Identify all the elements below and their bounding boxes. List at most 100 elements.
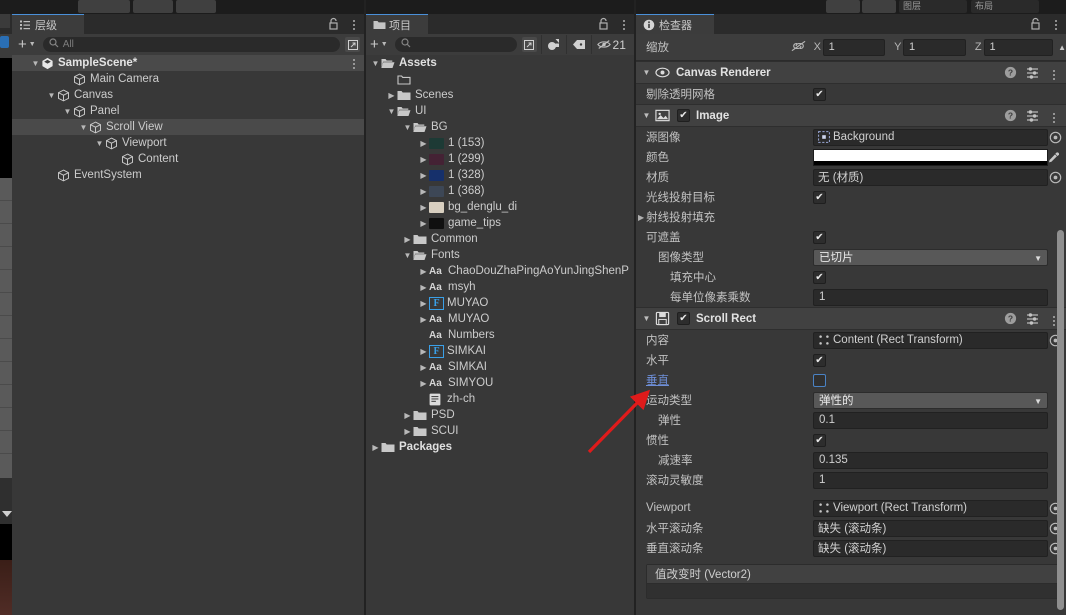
chevron-right-icon[interactable]: ▶: [402, 427, 413, 436]
chevron-right-icon[interactable]: ▶: [638, 213, 644, 222]
project-item-packages[interactable]: ▶ Packages: [366, 439, 634, 455]
property-checkbox[interactable]: [813, 373, 826, 387]
eyedropper-icon[interactable]: [1047, 151, 1060, 164]
text-field[interactable]: 0.135: [813, 451, 1048, 469]
chevron-right-icon[interactable]: ▶: [418, 219, 429, 228]
chevron-down-icon[interactable]: ▼: [370, 59, 381, 68]
refresh-icon-button[interactable]: [826, 0, 860, 13]
hierarchy-item-panel[interactable]: ▼ Panel: [12, 103, 364, 119]
project-item-simyou[interactable]: ▶ Aa SIMYOU: [366, 375, 634, 391]
object-field[interactable]: Content (Rect Transform): [813, 331, 1062, 349]
project-item-zh-ch[interactable]: zh-ch: [366, 391, 634, 407]
hierarchy-search-expand-button[interactable]: [345, 37, 360, 52]
chevron-right-icon[interactable]: ▶: [418, 299, 429, 308]
hierarchy-item-scroll-view[interactable]: ▼ Scroll View: [12, 119, 364, 135]
chevron-right-icon[interactable]: ▶: [418, 155, 429, 164]
project-menu-icon[interactable]: [618, 17, 630, 31]
project-item-common[interactable]: ▶ Common: [366, 231, 634, 247]
inspector-scroll-up-arrow[interactable]: ▲: [1058, 43, 1066, 52]
project-item-muyao[interactable]: ▶ Aa MUYAO: [366, 311, 634, 327]
property-checkbox[interactable]: ✔: [813, 353, 826, 367]
scale-z-input[interactable]: 1: [983, 38, 1054, 56]
color-field[interactable]: [813, 148, 1048, 166]
sliver-tab[interactable]: [0, 14, 10, 28]
chevron-right-icon[interactable]: ▶: [370, 443, 381, 452]
chevron-right-icon[interactable]: ▶: [402, 411, 413, 420]
tab-hierarchy[interactable]: 层级: [12, 14, 84, 34]
inspector-menu-icon[interactable]: [1050, 17, 1062, 31]
event-list[interactable]: [647, 584, 1057, 598]
chevron-right-icon[interactable]: ▶: [418, 267, 429, 276]
object-field[interactable]: 缺失 (滚动条): [813, 539, 1062, 557]
chevron-down-icon[interactable]: ▼: [640, 111, 653, 120]
chevron-right-icon[interactable]: ▶: [418, 363, 429, 372]
link-off-icon[interactable]: [791, 40, 806, 55]
object-field[interactable]: Viewport (Rect Transform): [813, 499, 1062, 517]
chevron-right-icon[interactable]: ▶: [418, 379, 429, 388]
chevron-down-icon[interactable]: ▼: [62, 107, 73, 116]
help-icon[interactable]: ?: [1004, 66, 1017, 82]
hierarchy-item-content[interactable]: Content: [12, 151, 364, 167]
preset-icon[interactable]: [1026, 66, 1039, 82]
project-item-1-153[interactable]: ▶ 1 (153): [366, 135, 634, 151]
filter-by-label-button[interactable]: [565, 35, 591, 54]
layout-dropdown[interactable]: 布局: [971, 0, 1039, 13]
component-header-image[interactable]: ▼ ✔ Image?: [636, 104, 1066, 127]
object-field[interactable]: Background: [813, 128, 1062, 146]
scale-y-input[interactable]: 1: [903, 38, 966, 56]
chevron-right-icon[interactable]: ▶: [402, 235, 413, 244]
project-item-assets[interactable]: ▼ Assets: [366, 55, 634, 71]
project-item-simkai[interactable]: ▶ F SIMKAI: [366, 343, 634, 359]
hierarchy-menu-icon[interactable]: [348, 17, 360, 31]
chevron-down-icon[interactable]: ▼: [640, 68, 653, 77]
preset-icon[interactable]: [1026, 312, 1039, 328]
project-item-1-328[interactable]: ▶ 1 (328): [366, 167, 634, 183]
step-button[interactable]: [176, 0, 216, 13]
component-menu-icon[interactable]: [1048, 110, 1060, 124]
hierarchy-item-viewport[interactable]: ▼ Viewport: [12, 135, 364, 151]
project-item-1-299[interactable]: ▶ 1 (299): [366, 151, 634, 167]
property-checkbox[interactable]: ✔: [813, 87, 826, 101]
text-field[interactable]: 0.1: [813, 411, 1048, 429]
project-item-numbers[interactable]: Aa Numbers: [366, 327, 634, 343]
scene-menu-icon[interactable]: [348, 56, 360, 70]
object-picker-icon[interactable]: [1047, 129, 1064, 146]
project-item-game-tips[interactable]: ▶ game_tips: [366, 215, 634, 231]
layer-dropdown[interactable]: 图层: [899, 0, 967, 13]
chevron-right-icon[interactable]: ▶: [418, 283, 429, 292]
tab-inspector[interactable]: 检查器: [636, 14, 714, 34]
cloud-icon-button[interactable]: [862, 0, 896, 13]
project-item-psd[interactable]: ▶ PSD: [366, 407, 634, 423]
inspector-scrollbar[interactable]: [1057, 230, 1064, 610]
chevron-down-icon[interactable]: ▼: [46, 91, 57, 100]
hierarchy-search-input[interactable]: All: [42, 37, 340, 52]
property-checkbox[interactable]: ✔: [813, 270, 826, 284]
chevron-right-icon[interactable]: ▶: [418, 171, 429, 180]
object-picker-icon[interactable]: [1047, 169, 1064, 186]
chevron-down-icon[interactable]: ▼: [640, 314, 653, 323]
project-item-scenes[interactable]: ▶ Scenes: [366, 87, 634, 103]
hierarchy-item-canvas[interactable]: ▼ Canvas: [12, 87, 364, 103]
component-menu-icon[interactable]: [1048, 67, 1060, 81]
project-item-empty[interactable]: [366, 71, 634, 87]
component-header-scroll-rect[interactable]: ▼ ✔ Scroll Rect?: [636, 307, 1066, 330]
help-icon[interactable]: ?: [1004, 109, 1017, 125]
chevron-right-icon[interactable]: ▶: [418, 203, 429, 212]
chevron-down-icon[interactable]: ▼: [30, 59, 41, 68]
lock-icon[interactable]: [328, 17, 340, 31]
filter-by-type-button[interactable]: [540, 35, 566, 54]
project-tree[interactable]: ▼ Assets ▶ Scenes ▼ UI ▼ BG ▶ 1 (153) ▶ 1 (299) ▶ 1 (…: [366, 55, 634, 615]
create-gameobject-button[interactable]: + ▼: [16, 37, 40, 52]
project-item-fonts[interactable]: ▼ Fonts: [366, 247, 634, 263]
chevron-down-icon[interactable]: ▼: [386, 107, 397, 116]
tab-project[interactable]: 项目: [366, 14, 428, 34]
project-item-scui[interactable]: ▶ SCUI: [366, 423, 634, 439]
property-checkbox[interactable]: ✔: [813, 230, 826, 244]
property-checkbox[interactable]: ✔: [813, 190, 826, 204]
project-item-bg[interactable]: ▼ BG: [366, 119, 634, 135]
chevron-down-icon[interactable]: ▼: [78, 123, 89, 132]
project-item-ui[interactable]: ▼ UI: [366, 103, 634, 119]
preset-icon[interactable]: [1026, 109, 1039, 125]
project-item-bg-denglu-di[interactable]: ▶ bg_denglu_di: [366, 199, 634, 215]
play-button[interactable]: [78, 0, 130, 13]
